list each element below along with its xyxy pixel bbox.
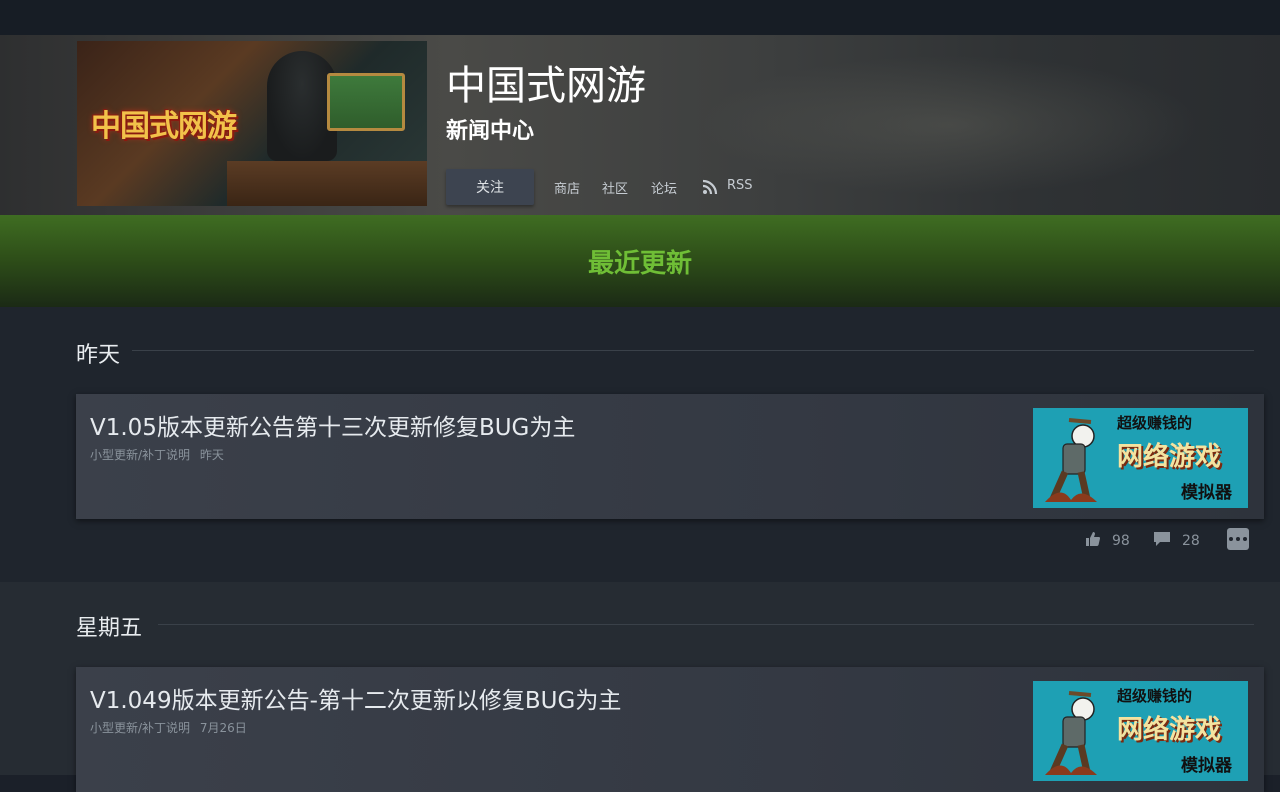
news-card[interactable]: V1.05版本更新公告第十三次更新修复BUG为主 小型更新/补丁说明 昨天 超级…	[76, 394, 1264, 519]
cartoon-man-icon	[1045, 418, 1097, 502]
news-section-friday: 星期五 V1.049版本更新公告-第十二次更新以修复BUG为主 小型更新/补丁说…	[0, 582, 1280, 792]
dot	[1229, 537, 1233, 541]
news-thumbnail[interactable]: 超级赚钱的 网络游戏 模拟器	[1033, 681, 1248, 781]
cartoon-man-icon	[1045, 691, 1097, 775]
hero-background	[700, 55, 1200, 195]
thumb-text-line1: 超级赚钱的	[1117, 687, 1193, 705]
thumb-text-line2: 网络游戏	[1117, 715, 1222, 745]
divider	[132, 350, 1254, 351]
news-meta: 小型更新/补丁说明 昨天	[90, 446, 230, 463]
news-title[interactable]: V1.05版本更新公告第十三次更新修复BUG为主	[90, 408, 575, 442]
dot	[1236, 537, 1240, 541]
dot	[1243, 537, 1247, 541]
game-capsule-image[interactable]: 中国式网游	[77, 41, 427, 206]
thumb-text-line3: 模拟器	[1181, 483, 1232, 503]
page-subtitle: 新闻中心	[446, 119, 535, 144]
day-heading: 星期五	[76, 616, 143, 641]
news-thumbnail[interactable]: 超级赚钱的 网络游戏 模拟器	[1033, 408, 1248, 508]
nav-rss-link[interactable]: RSS	[727, 178, 753, 193]
nav-forum-link[interactable]: 论坛	[651, 178, 677, 197]
game-title[interactable]: 中国式网游	[446, 63, 646, 109]
thumb-text-line1: 超级赚钱的	[1117, 414, 1193, 432]
comment-count: 28	[1182, 533, 1200, 549]
thumb-text-line2: 网络游戏	[1117, 442, 1222, 472]
recent-updates-banner: 最近更新	[0, 215, 1280, 307]
comment-icon[interactable]	[1153, 531, 1171, 547]
news-meta: 小型更新/补丁说明 7月26日	[90, 719, 253, 736]
news-title[interactable]: V1.049版本更新公告-第十二次更新以修复BUG为主	[90, 681, 621, 715]
day-heading: 昨天	[76, 343, 121, 368]
top-bar	[0, 0, 1280, 35]
hero-header: 中国式网游 中国式网游 新闻中心 关注 商店 社区 论坛 RSS	[0, 35, 1280, 215]
rss-icon[interactable]	[702, 179, 718, 195]
more-options-button[interactable]	[1227, 528, 1249, 550]
divider	[158, 624, 1254, 625]
capsule-monitor	[327, 73, 405, 131]
capsule-logo: 中国式网游	[91, 109, 237, 144]
thumb-text-line3: 模拟器	[1181, 756, 1232, 776]
banner-label: 最近更新	[587, 249, 692, 279]
follow-button[interactable]: 关注	[446, 169, 534, 205]
like-count: 98	[1112, 533, 1130, 549]
news-card[interactable]: V1.049版本更新公告-第十二次更新以修复BUG为主 小型更新/补丁说明 7月…	[76, 667, 1264, 792]
news-date: 7月26日	[199, 721, 247, 735]
news-category: 小型更新/补丁说明	[90, 721, 191, 735]
news-category: 小型更新/补丁说明	[90, 448, 191, 462]
news-date: 昨天	[199, 448, 224, 462]
thumbs-up-icon[interactable]	[1085, 531, 1101, 547]
nav-store-link[interactable]: 商店	[554, 178, 580, 197]
capsule-desk	[227, 161, 427, 206]
nav-community-link[interactable]: 社区	[602, 178, 628, 197]
